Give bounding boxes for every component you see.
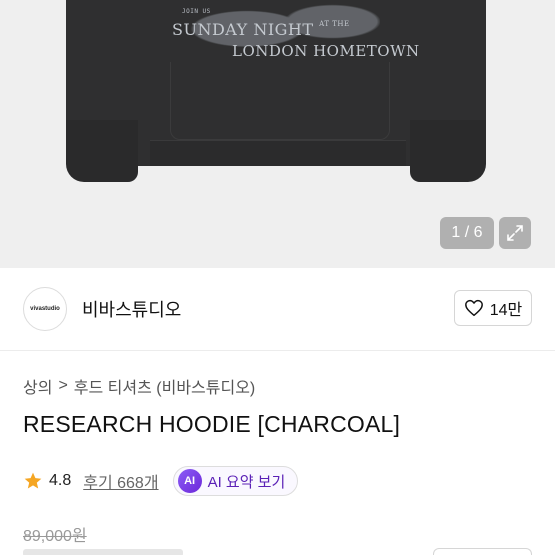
print-line-1-text: SUNDAY NIGHT [172,20,314,39]
brand-name[interactable]: 비바스튜디오 [82,296,181,322]
like-button[interactable]: 14만 [454,290,532,326]
coupon-button-cut-off[interactable] [433,548,532,555]
original-price: 89,000원 [23,528,87,545]
breadcrumb: 상의 > 후드 티셔츠 (비바스튜디오) [23,374,255,398]
breadcrumb-item-subcategory[interactable]: 후드 티셔츠 (비바스튜디오) [74,374,255,398]
review-count-link[interactable]: 후기 668개 [83,469,158,493]
heart-icon [464,299,483,317]
rating-row: 4.8 후기 668개 AI AI 요약 보기 [23,466,299,496]
hoodie-left-sleeve [66,120,138,182]
expand-icon [507,225,523,241]
hoodie-pocket [170,62,390,140]
brand-logo-text: vivastudio [30,306,60,312]
hoodie-right-sleeve [410,120,486,182]
ai-summary-label: AI 요약 보기 [207,473,286,491]
star-icon [24,472,42,489]
ai-badge-icon: AI [177,469,202,493]
print-small-text: JOIN US [182,8,211,15]
print-line-2: LONDON HOMETOWN [232,42,420,60]
product-title: RESEARCH HOODIE [CHARCOAL] [23,411,401,437]
ai-summary-button[interactable]: AI AI 요약 보기 [172,466,299,496]
like-count: 14만 [489,302,523,319]
breadcrumb-item-category[interactable]: 상의 [23,374,52,398]
product-image[interactable]: JOIN US SUNDAY NIGHT AT THE LONDON HOMET… [0,0,555,268]
hoodie-hem [150,140,406,166]
breadcrumb-separator: > [58,377,68,394]
expand-button[interactable] [499,217,531,249]
divider [0,350,555,351]
rating-value: 4.8 [49,472,72,489]
sale-price-cut-off [23,549,183,555]
image-counter: 1 / 6 [440,217,494,249]
print-line-1-sup: AT THE [319,20,350,28]
brand-logo[interactable]: vivastudio [23,287,67,331]
print-line-1: SUNDAY NIGHT AT THE [172,20,350,39]
